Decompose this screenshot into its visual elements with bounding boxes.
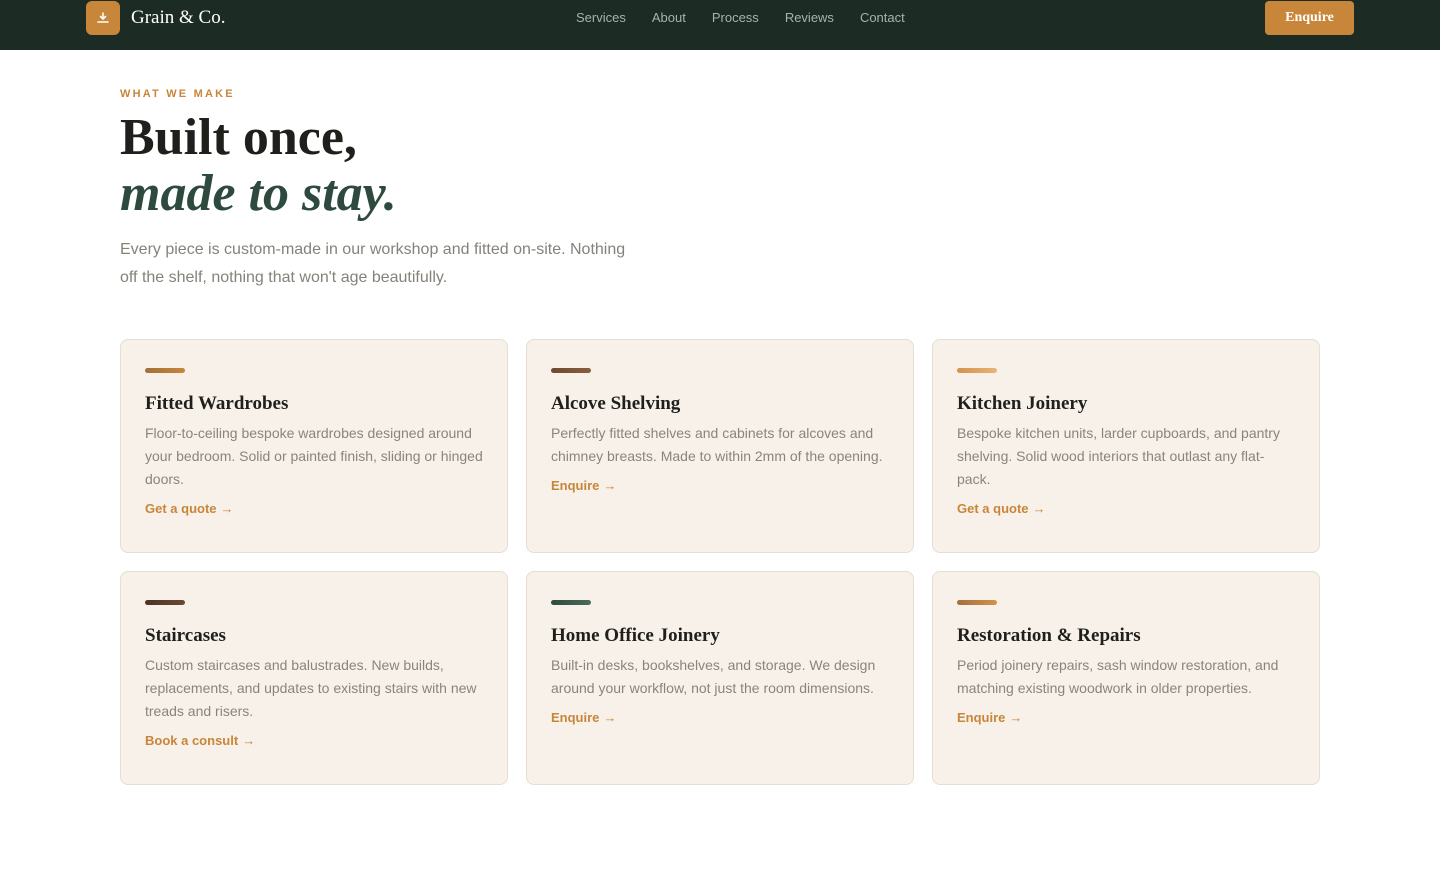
book-a-consult-link[interactable]: Book a consult → [145, 733, 255, 748]
section-headline: Built once, made to stay. [120, 110, 397, 222]
get-a-quote-link[interactable]: Get a quote → [145, 501, 234, 516]
service-card-fitted-wardrobes: Fitted Wardrobes Floor-to-ceiling bespok… [120, 339, 508, 553]
nav-link-about[interactable]: About [652, 10, 686, 26]
card-description: Custom staircases and balustrades. New b… [145, 657, 477, 719]
card-accent-bar [551, 368, 591, 373]
card-accent-bar [145, 368, 185, 373]
card-link-label: Enquire [551, 478, 600, 493]
arrow-right-icon: → [1009, 710, 1023, 725]
service-card-alcove-shelving: Alcove Shelving Perfectly fitted shelves… [526, 339, 914, 553]
card-link-label: Book a consult [145, 733, 239, 748]
section-eyebrow: WHAT WE MAKE [120, 88, 235, 100]
arrow-right-icon: → [1032, 501, 1046, 516]
nav-link-reviews[interactable]: Reviews [785, 10, 834, 26]
service-card-kitchen-joinery: Kitchen Joinery Bespoke kitchen units, l… [932, 339, 1320, 553]
enquire-link[interactable]: Enquire → [551, 478, 616, 493]
nav-link-process[interactable]: Process [712, 10, 759, 26]
card-title: Restoration & Repairs [957, 625, 1141, 646]
card-title: Alcove Shelving [551, 393, 681, 414]
arrow-right-icon: → [220, 501, 234, 516]
service-card-restoration-repairs: Restoration & Repairs Period joinery rep… [932, 571, 1320, 785]
brand-name: Grain & Co. [131, 7, 226, 28]
card-title: Kitchen Joinery [957, 393, 1088, 414]
enquire-link[interactable]: Enquire → [551, 710, 616, 725]
card-link-label: Get a quote [145, 501, 217, 516]
services-grid: Fitted Wardrobes Floor-to-ceiling bespok… [120, 339, 1320, 785]
arrow-right-icon: → [603, 710, 617, 725]
card-description: Bespoke kitchen units, larder cupboards,… [957, 425, 1280, 487]
card-description: Floor-to-ceiling bespoke wardrobes desig… [145, 425, 483, 487]
card-link-label: Enquire [957, 710, 1006, 725]
enquire-button[interactable]: Enquire [1265, 1, 1354, 35]
arrow-right-icon: → [242, 733, 256, 748]
section-intro: Every piece is custom-made in our worksh… [120, 241, 626, 286]
card-title: Fitted Wardrobes [145, 393, 289, 414]
card-accent-bar [551, 600, 591, 605]
headline-line-1: Built once, [120, 109, 357, 166]
card-description: Built-in desks, bookshelves, and storage… [551, 657, 876, 696]
nav-link-services[interactable]: Services [576, 10, 626, 26]
card-accent-bar [957, 368, 997, 373]
card-title: Home Office Joinery [551, 625, 720, 646]
arrow-right-icon: → [603, 478, 617, 493]
brand[interactable]: Grain & Co. [86, 1, 225, 35]
card-accent-bar [957, 600, 997, 605]
service-card-home-office-joinery: Home Office Joinery Built-in desks, book… [526, 571, 914, 785]
main-nav: Services About Process Reviews Contact [576, 10, 931, 26]
nav-link-contact[interactable]: Contact [860, 10, 905, 26]
card-description: Perfectly fitted shelves and cabinets fo… [551, 425, 883, 464]
enquire-link[interactable]: Enquire → [957, 710, 1022, 725]
get-a-quote-link[interactable]: Get a quote → [957, 501, 1046, 516]
top-navbar: Grain & Co. Services About Process Revie… [0, 0, 1440, 50]
headline-line-2: made to stay. [120, 165, 397, 222]
card-accent-bar [145, 600, 185, 605]
card-description: Period joinery repairs, sash window rest… [957, 657, 1279, 696]
plane-tool-icon [86, 1, 120, 35]
card-title: Staircases [145, 625, 226, 646]
card-link-label: Enquire [551, 710, 600, 725]
card-link-label: Get a quote [957, 501, 1029, 516]
service-card-staircases: Staircases Custom staircases and balustr… [120, 571, 508, 785]
